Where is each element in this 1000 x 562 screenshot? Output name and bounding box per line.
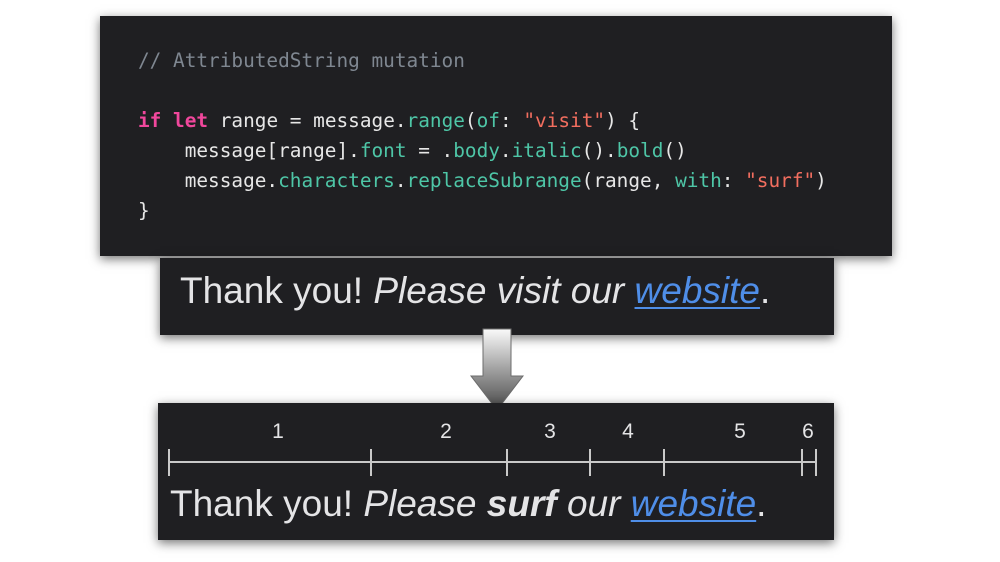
label-of: of [476, 109, 500, 132]
after-period: . [756, 483, 767, 524]
keyword-let: let [173, 109, 209, 132]
after-italic-text: Please [363, 483, 487, 524]
after-sentence: Thank you! Please surf our website. [170, 483, 766, 525]
run-label-3: 3 [544, 420, 556, 443]
keyword-if: if [138, 109, 162, 132]
after-italic-text-2: our [556, 483, 631, 524]
code-text: ( [464, 109, 477, 132]
after-bold-italic-text: surf [486, 483, 557, 524]
code-text: : [499, 109, 524, 132]
run-label-4: 4 [622, 420, 634, 443]
down-arrow-icon [469, 328, 525, 411]
code-text: ) { [605, 109, 641, 132]
run-label-2: 2 [440, 420, 452, 443]
after-website-link[interactable]: website [631, 483, 756, 524]
before-period: . [759, 270, 771, 311]
before-website-link[interactable]: website [635, 270, 760, 311]
code-text: ) [815, 169, 827, 192]
code-text: = . [406, 139, 454, 162]
code-text: (). [581, 139, 617, 162]
code-text: (range, [581, 169, 676, 192]
code-block: // AttributedString mutation if let rang… [138, 46, 827, 226]
code-text: message. [138, 169, 279, 192]
string-surf: "surf" [745, 169, 816, 192]
method-italic: italic [511, 139, 582, 162]
run-label-1: 1 [272, 420, 284, 443]
member-body: body [453, 139, 500, 162]
before-sentence: Thank you! Please visit our website. [180, 270, 770, 312]
code-text: : [721, 169, 746, 192]
code-text: . [394, 169, 407, 192]
method-replace-subrange: replaceSubrange [406, 169, 582, 192]
before-italic-text: Please visit our [373, 270, 635, 311]
before-result-panel: Thank you! Please visit our website. [160, 258, 834, 335]
code-text: message[range]. [138, 139, 360, 162]
run-label-6: 6 [802, 420, 814, 443]
closing-brace: } [138, 199, 150, 222]
code-text: () [663, 139, 687, 162]
property-characters: characters [278, 169, 395, 192]
method-bold: bold [616, 139, 664, 162]
property-font: font [359, 139, 407, 162]
after-result-panel: 1 2 3 4 5 6 Thank you! Please surf our w… [158, 403, 834, 540]
label-with: with [675, 169, 722, 192]
string-visit: "visit" [523, 109, 606, 132]
after-plain-text: Thank you! [170, 483, 364, 524]
code-panel: // AttributedString mutation if let rang… [100, 16, 892, 256]
code-text: range = message. [208, 109, 407, 132]
code-text: . [499, 139, 512, 162]
before-plain-text: Thank you! [180, 270, 374, 311]
code-comment: // AttributedString mutation [138, 49, 465, 72]
method-range: range [406, 109, 465, 132]
run-label-5: 5 [734, 420, 746, 443]
